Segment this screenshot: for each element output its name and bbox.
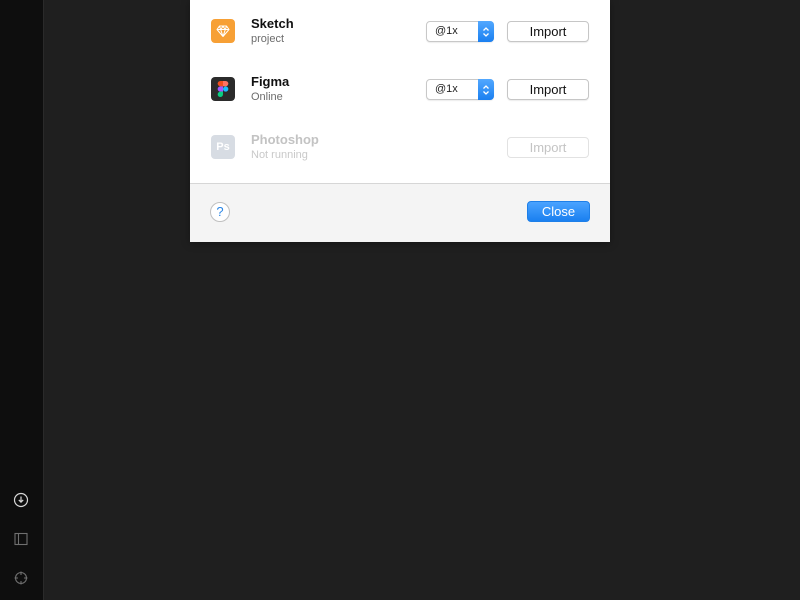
left-sidebar xyxy=(0,0,44,600)
scale-value: @1x xyxy=(435,25,458,37)
chevron-up-down-icon xyxy=(478,79,494,100)
target-button[interactable] xyxy=(11,568,31,588)
photoshop-icon-text: Ps xyxy=(216,141,230,153)
sidebar-panel-icon xyxy=(14,532,28,546)
panel-toggle-button[interactable] xyxy=(11,529,31,549)
scale-select[interactable]: @1x xyxy=(426,21,494,42)
import-button[interactable]: Import xyxy=(507,21,589,42)
photoshop-ps-icon: Ps xyxy=(211,135,235,159)
import-button[interactable]: Import xyxy=(507,79,589,100)
dialog-footer: ? Close xyxy=(190,183,610,242)
app-name: Sketch xyxy=(251,16,294,31)
app-row-figma: Figma Online @1x Import xyxy=(190,58,610,116)
chevron-up-down-icon xyxy=(478,21,494,42)
sketch-diamond-icon xyxy=(211,19,235,43)
app-status: project xyxy=(251,33,285,45)
help-button[interactable]: ? xyxy=(210,202,230,222)
import-button[interactable]: Import xyxy=(507,137,589,158)
download-circle-icon xyxy=(13,492,29,508)
app-row-sketch: Sketch project @1x Import xyxy=(190,0,610,58)
scale-select[interactable]: @1x xyxy=(426,79,494,100)
scale-value: @1x xyxy=(435,83,458,95)
crosshair-icon xyxy=(14,571,28,585)
figma-logo-icon xyxy=(211,77,235,101)
app-status: Online xyxy=(251,91,283,103)
import-dialog: Sketch project @1x Import Figma Online @… xyxy=(190,0,610,242)
close-button[interactable]: Close xyxy=(527,201,590,222)
app-name: Photoshop xyxy=(251,132,319,147)
app-name: Figma xyxy=(251,74,290,89)
app-row-photoshop: Ps Photoshop Not running Import xyxy=(190,116,610,174)
download-button[interactable] xyxy=(11,490,31,510)
app-status: Not running xyxy=(251,149,308,161)
